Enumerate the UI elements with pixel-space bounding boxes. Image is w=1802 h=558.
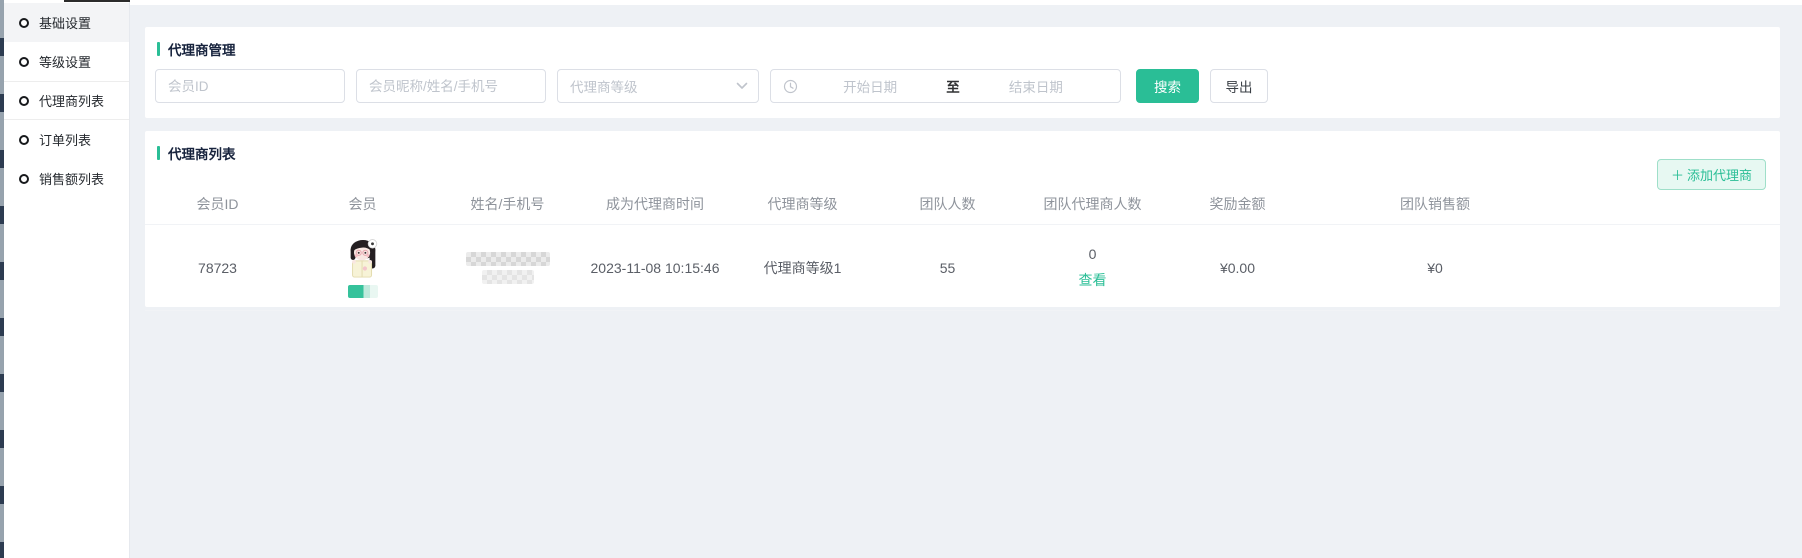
section-title-agent-list: 代理商列表 (145, 131, 1780, 163)
col-member: 会员 (290, 186, 435, 225)
clock-icon (783, 79, 798, 94)
agent-management-card: 代理商管理 代理商等级 开始日期 至 结束日期 搜索 导出 (145, 27, 1780, 118)
end-date-placeholder: 结束日期 (964, 76, 1108, 96)
cell-member-id: 78723 (145, 225, 290, 311)
card-title: 代理商列表 (168, 143, 236, 163)
section-title-agent-management: 代理商管理 (145, 27, 1780, 59)
sidebar-item-sales-list[interactable]: 销售额列表 (4, 159, 129, 198)
cell-name-phone (435, 225, 580, 311)
sidebar-item-level-settings[interactable]: 等级设置 (4, 42, 129, 81)
sidebar-item-order-list[interactable]: 订单列表 (4, 120, 129, 159)
col-name-phone: 姓名/手机号 (435, 186, 580, 225)
sidebar-top-divider (64, 0, 130, 2)
date-separator: 至 (942, 76, 964, 96)
circle-icon (19, 174, 29, 184)
member-level-badge-blurred (348, 285, 378, 298)
export-button[interactable]: 导出 (1210, 69, 1268, 103)
agent-list-card: 代理商列表 ＋ 添加代理商 会员ID 会员 姓名/手机号 成为代理商时间 代理商… (145, 131, 1780, 307)
team-agent-count-value: 0 (1089, 246, 1097, 262)
select-placeholder: 代理商等级 (570, 76, 638, 96)
chevron-down-icon (736, 82, 748, 90)
start-date-placeholder: 开始日期 (798, 76, 942, 96)
plus-icon: ＋ (1671, 165, 1684, 184)
col-member-id: 会员ID (145, 186, 290, 225)
col-reward-amount: 奖励金额 (1165, 186, 1310, 225)
add-agent-button[interactable]: ＋ 添加代理商 (1657, 159, 1766, 190)
member-id-input[interactable] (155, 69, 345, 103)
col-agent-level: 代理商等级 (730, 186, 875, 225)
date-range-picker[interactable]: 开始日期 至 结束日期 (770, 69, 1121, 103)
main-content: 代理商管理 代理商等级 开始日期 至 结束日期 搜索 导出 (130, 0, 1802, 558)
sidebar-item-label: 代理商列表 (39, 91, 104, 110)
table-row: 78723 (145, 225, 1780, 311)
col-team-agent-count: 团队代理商人数 (1020, 186, 1165, 225)
card-title: 代理商管理 (168, 39, 236, 59)
filter-row: 代理商等级 开始日期 至 结束日期 搜索 导出 (145, 59, 1780, 103)
cell-team-count: 55 (875, 225, 1020, 311)
nickname-name-phone-input[interactable] (356, 69, 546, 103)
cell-member (290, 225, 435, 311)
sidebar-item-label: 订单列表 (39, 130, 91, 149)
top-strip (130, 0, 1802, 5)
section-accent-bar (157, 42, 160, 56)
cell-team-sales: ¥0 (1310, 225, 1560, 311)
table-header-row: 会员ID 会员 姓名/手机号 成为代理商时间 代理商等级 团队人数 团队代理商人… (145, 186, 1780, 225)
blurred-phone (482, 270, 534, 284)
col-team-count: 团队人数 (875, 186, 1020, 225)
col-join-time: 成为代理商时间 (580, 186, 730, 225)
cell-reward-amount: ¥0.00 (1165, 225, 1310, 311)
sidebar-item-agent-list[interactable]: 代理商列表 (4, 81, 129, 120)
col-team-sales: 团队销售额 (1310, 186, 1560, 225)
sidebar-item-label: 等级设置 (39, 52, 91, 71)
agent-table: 会员ID 会员 姓名/手机号 成为代理商时间 代理商等级 团队人数 团队代理商人… (145, 186, 1780, 311)
cell-team-agent-count: 0 查看 (1020, 225, 1165, 311)
circle-icon (19, 135, 29, 145)
sidebar-item-label: 基础设置 (39, 13, 91, 32)
circle-icon (19, 18, 29, 28)
sidebar: 基础设置 等级设置 代理商列表 订单列表 销售额列表 (4, 0, 130, 558)
cell-join-time: 2023-11-08 10:15:46 (580, 225, 730, 311)
sidebar-item-label: 销售额列表 (39, 169, 104, 188)
circle-icon (19, 57, 29, 67)
member-avatar (344, 238, 382, 280)
sidebar-item-basic-settings[interactable]: 基础设置 (4, 3, 129, 42)
search-button[interactable]: 搜索 (1136, 69, 1199, 103)
cell-agent-level: 代理商等级1 (730, 225, 875, 311)
circle-icon (19, 96, 29, 106)
add-agent-label: 添加代理商 (1687, 165, 1752, 184)
section-accent-bar (157, 146, 160, 160)
blurred-name (466, 252, 550, 266)
agent-level-select[interactable]: 代理商等级 (557, 69, 759, 103)
view-link[interactable]: 查看 (1079, 270, 1107, 290)
